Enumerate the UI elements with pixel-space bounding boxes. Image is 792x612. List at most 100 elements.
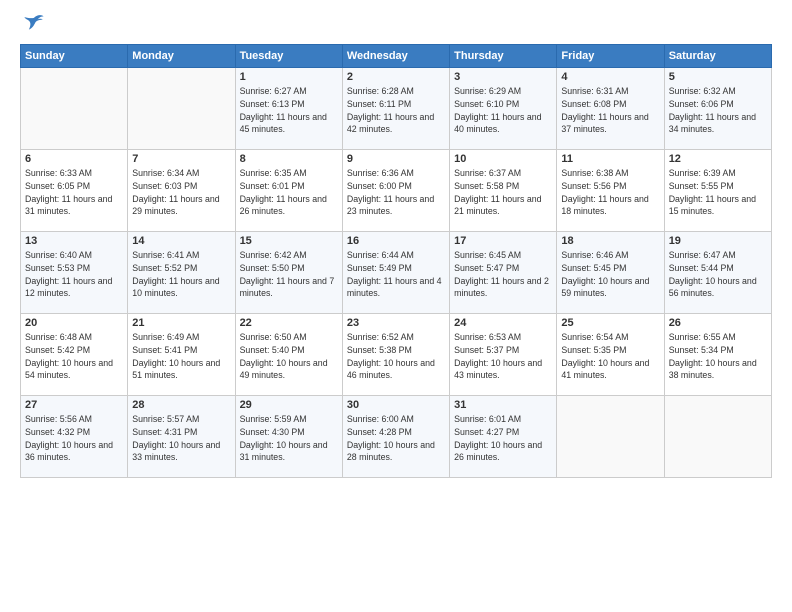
week-row-2: 6Sunrise: 6:33 AMSunset: 6:05 PMDaylight… bbox=[21, 150, 772, 232]
day-info: Sunrise: 6:50 AMSunset: 5:40 PMDaylight:… bbox=[240, 331, 338, 382]
table-row: 19Sunrise: 6:47 AMSunset: 5:44 PMDayligh… bbox=[664, 232, 771, 314]
day-number: 8 bbox=[240, 153, 338, 165]
table-row: 25 Sunrise: 6:54 AMSunset: 5:35 PMDayligh… bbox=[557, 314, 664, 396]
table-row bbox=[557, 396, 664, 478]
day-number: 1 bbox=[240, 71, 338, 83]
table-row bbox=[664, 396, 771, 478]
day-number: 28 bbox=[132, 399, 230, 411]
table-row: 16 Sunrise: 6:44 AMSunset: 5:49 PMDayligh… bbox=[342, 232, 449, 314]
table-row: 13 Sunrise: 6:40 AMSunset: 5:53 PMDayligh… bbox=[21, 232, 128, 314]
day-info: Sunrise: 6:34 AMSunset: 6:03 PMDaylight:… bbox=[132, 167, 230, 218]
day-number: 16 bbox=[347, 235, 445, 247]
day-number: 12 bbox=[669, 153, 767, 165]
day-info: Sunrise: 6:53 AMSunset: 5:37 PMDaylight:… bbox=[454, 331, 552, 382]
day-info: Sunrise: 6:44 AMSunset: 5:49 PMDaylight:… bbox=[347, 249, 445, 300]
day-number: 23 bbox=[347, 317, 445, 329]
day-info: Sunrise: 6:45 AMSunset: 5:47 PMDaylight:… bbox=[454, 249, 552, 300]
day-number: 29 bbox=[240, 399, 338, 411]
day-number: 24 bbox=[454, 317, 552, 329]
day-info: Sunrise: 5:57 AMSunset: 4:31 PMDaylight:… bbox=[132, 413, 230, 464]
logo bbox=[20, 16, 45, 34]
table-row: 23 Sunrise: 6:52 AMSunset: 5:38 PMDayligh… bbox=[342, 314, 449, 396]
day-number: 18 bbox=[561, 235, 659, 247]
day-info: Sunrise: 6:41 AMSunset: 5:52 PMDaylight:… bbox=[132, 249, 230, 300]
day-info: Sunrise: 5:56 AMSunset: 4:32 PMDaylight:… bbox=[25, 413, 123, 464]
day-info: Sunrise: 6:49 AMSunset: 5:41 PMDaylight:… bbox=[132, 331, 230, 382]
day-info: Sunrise: 6:47 AMSunset: 5:44 PMDaylight:… bbox=[669, 249, 767, 300]
day-info: Sunrise: 6:00 AMSunset: 4:28 PMDaylight:… bbox=[347, 413, 445, 464]
day-number: 27 bbox=[25, 399, 123, 411]
day-number: 31 bbox=[454, 399, 552, 411]
day-number: 4 bbox=[561, 71, 659, 83]
day-number: 20 bbox=[25, 317, 123, 329]
day-info: Sunrise: 6:31 AMSunset: 6:08 PMDaylight:… bbox=[561, 85, 659, 136]
table-row: 9 Sunrise: 6:36 AMSunset: 6:00 PMDaylight… bbox=[342, 150, 449, 232]
day-info: Sunrise: 6:52 AMSunset: 5:38 PMDaylight:… bbox=[347, 331, 445, 382]
calendar-header: SundayMondayTuesdayWednesdayThursdayFrid… bbox=[21, 45, 772, 68]
day-number: 5 bbox=[669, 71, 767, 83]
day-number: 2 bbox=[347, 71, 445, 83]
table-row bbox=[128, 68, 235, 150]
day-info: Sunrise: 6:28 AMSunset: 6:11 PMDaylight:… bbox=[347, 85, 445, 136]
table-row: 20 Sunrise: 6:48 AMSunset: 5:42 PMDayligh… bbox=[21, 314, 128, 396]
header-day-friday: Friday bbox=[557, 45, 664, 68]
day-number: 13 bbox=[25, 235, 123, 247]
table-row: 31 Sunrise: 6:01 AMSunset: 4:27 PMDayligh… bbox=[450, 396, 557, 478]
table-row: 14Sunrise: 6:41 AMSunset: 5:52 PMDayligh… bbox=[128, 232, 235, 314]
header-row: SundayMondayTuesdayWednesdayThursdayFrid… bbox=[21, 45, 772, 68]
table-row: 26Sunrise: 6:55 AMSunset: 5:34 PMDayligh… bbox=[664, 314, 771, 396]
table-row: 5 Sunrise: 6:32 AMSunset: 6:06 PMDaylight… bbox=[664, 68, 771, 150]
day-info: Sunrise: 6:48 AMSunset: 5:42 PMDaylight:… bbox=[25, 331, 123, 382]
table-row: 11Sunrise: 6:38 AMSunset: 5:56 PMDayligh… bbox=[557, 150, 664, 232]
week-row-1: 1Sunrise: 6:27 AMSunset: 6:13 PMDaylight… bbox=[21, 68, 772, 150]
day-info: Sunrise: 6:42 AMSunset: 5:50 PMDaylight:… bbox=[240, 249, 338, 300]
table-row: 4 Sunrise: 6:31 AMSunset: 6:08 PMDaylight… bbox=[557, 68, 664, 150]
day-number: 30 bbox=[347, 399, 445, 411]
table-row: 28 Sunrise: 5:57 AMSunset: 4:31 PMDayligh… bbox=[128, 396, 235, 478]
table-row: 1Sunrise: 6:27 AMSunset: 6:13 PMDaylight… bbox=[235, 68, 342, 150]
day-info: Sunrise: 6:29 AMSunset: 6:10 PMDaylight:… bbox=[454, 85, 552, 136]
page: SundayMondayTuesdayWednesdayThursdayFrid… bbox=[0, 0, 792, 612]
table-row: 17 Sunrise: 6:45 AMSunset: 5:47 PMDayligh… bbox=[450, 232, 557, 314]
table-row: 24 Sunrise: 6:53 AMSunset: 5:37 PMDayligh… bbox=[450, 314, 557, 396]
table-row: 27 Sunrise: 5:56 AMSunset: 4:32 PMDayligh… bbox=[21, 396, 128, 478]
day-info: Sunrise: 6:36 AMSunset: 6:00 PMDaylight:… bbox=[347, 167, 445, 218]
day-info: Sunrise: 6:38 AMSunset: 5:56 PMDaylight:… bbox=[561, 167, 659, 218]
day-info: Sunrise: 6:32 AMSunset: 6:06 PMDaylight:… bbox=[669, 85, 767, 136]
table-row bbox=[21, 68, 128, 150]
day-number: 25 bbox=[561, 317, 659, 329]
table-row: 21 Sunrise: 6:49 AMSunset: 5:41 PMDayligh… bbox=[128, 314, 235, 396]
week-row-3: 13 Sunrise: 6:40 AMSunset: 5:53 PMDayligh… bbox=[21, 232, 772, 314]
day-info: Sunrise: 6:40 AMSunset: 5:53 PMDaylight:… bbox=[25, 249, 123, 300]
week-row-5: 27 Sunrise: 5:56 AMSunset: 4:32 PMDayligh… bbox=[21, 396, 772, 478]
table-row: 18Sunrise: 6:46 AMSunset: 5:45 PMDayligh… bbox=[557, 232, 664, 314]
day-number: 6 bbox=[25, 153, 123, 165]
day-number: 10 bbox=[454, 153, 552, 165]
calendar-table: SundayMondayTuesdayWednesdayThursdayFrid… bbox=[20, 44, 772, 478]
bird-icon bbox=[23, 12, 45, 34]
header-day-wednesday: Wednesday bbox=[342, 45, 449, 68]
header bbox=[20, 16, 772, 34]
day-number: 9 bbox=[347, 153, 445, 165]
day-number: 3 bbox=[454, 71, 552, 83]
day-number: 22 bbox=[240, 317, 338, 329]
table-row: 3 Sunrise: 6:29 AMSunset: 6:10 PMDaylight… bbox=[450, 68, 557, 150]
table-row: 7 Sunrise: 6:34 AMSunset: 6:03 PMDaylight… bbox=[128, 150, 235, 232]
day-number: 26 bbox=[669, 317, 767, 329]
day-info: Sunrise: 6:39 AMSunset: 5:55 PMDaylight:… bbox=[669, 167, 767, 218]
day-info: Sunrise: 6:54 AMSunset: 5:35 PMDaylight:… bbox=[561, 331, 659, 382]
day-info: Sunrise: 6:01 AMSunset: 4:27 PMDaylight:… bbox=[454, 413, 552, 464]
header-day-thursday: Thursday bbox=[450, 45, 557, 68]
day-number: 21 bbox=[132, 317, 230, 329]
header-day-sunday: Sunday bbox=[21, 45, 128, 68]
table-row: 2 Sunrise: 6:28 AMSunset: 6:11 PMDaylight… bbox=[342, 68, 449, 150]
day-number: 7 bbox=[132, 153, 230, 165]
table-row: 30 Sunrise: 6:00 AMSunset: 4:28 PMDayligh… bbox=[342, 396, 449, 478]
header-day-saturday: Saturday bbox=[664, 45, 771, 68]
table-row: 8Sunrise: 6:35 AMSunset: 6:01 PMDaylight… bbox=[235, 150, 342, 232]
day-number: 17 bbox=[454, 235, 552, 247]
day-info: Sunrise: 6:37 AMSunset: 5:58 PMDaylight:… bbox=[454, 167, 552, 218]
calendar-body: 1Sunrise: 6:27 AMSunset: 6:13 PMDaylight… bbox=[21, 68, 772, 478]
header-day-tuesday: Tuesday bbox=[235, 45, 342, 68]
table-row: 15Sunrise: 6:42 AMSunset: 5:50 PMDayligh… bbox=[235, 232, 342, 314]
